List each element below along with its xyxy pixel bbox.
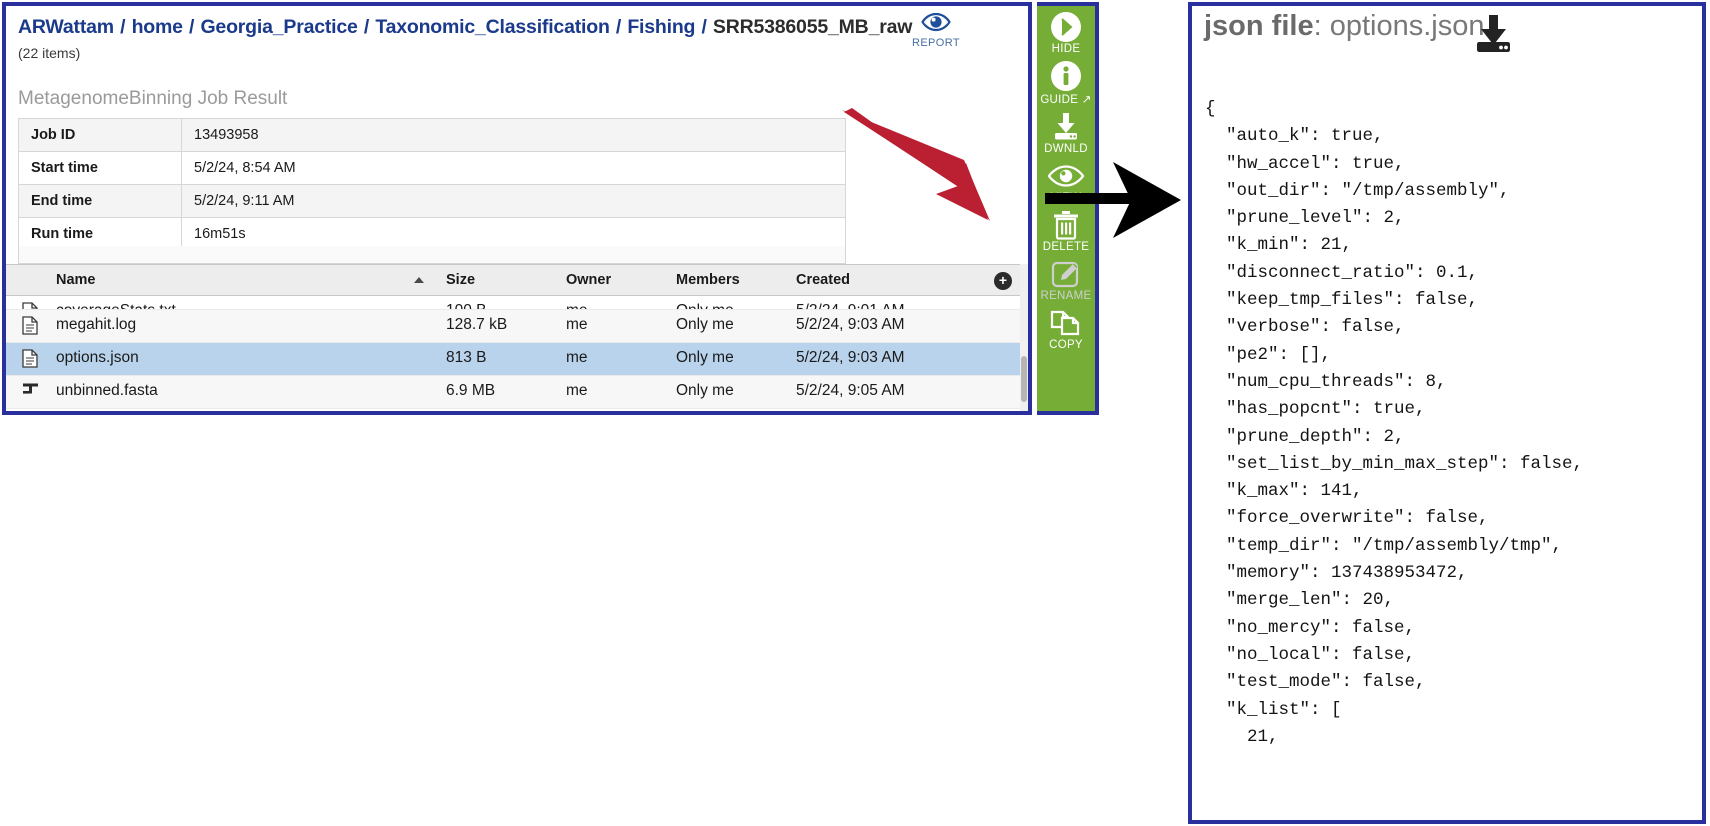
items-count-label: (22 items) — [18, 45, 81, 61]
breadcrumb-item-taxonomic-classification[interactable]: Taxonomic_Classification — [375, 16, 610, 38]
file-members: Only me — [676, 316, 734, 333]
breadcrumb-item-arwattam[interactable]: ARWattam — [18, 16, 114, 38]
breadcrumb-separator: / — [358, 16, 375, 38]
breadcrumb-separator: / — [183, 16, 200, 38]
text-file-icon — [22, 302, 40, 309]
breadcrumb-item-fishing[interactable]: Fishing — [627, 16, 695, 38]
column-header-name[interactable]: Name — [56, 272, 96, 288]
toolbar-label-hide: HIDE — [1051, 43, 1081, 55]
copy-icon — [1037, 306, 1095, 340]
scrollbar-thumb[interactable] — [1021, 356, 1027, 402]
page-title: MetagenomeBinning Job Result — [18, 88, 288, 109]
table-row[interactable]: coverageStats.txt 100 B me Only me 5/2/2… — [6, 296, 1028, 310]
file-list-header: Name Size Owner Members Created + — [6, 264, 1028, 296]
file-name: options.json — [56, 349, 139, 366]
file-owner: me — [566, 382, 588, 399]
download-icon — [1037, 110, 1095, 144]
file-created: 5/2/24, 9:01 AM — [796, 302, 905, 309]
file-members: Only me — [676, 349, 734, 366]
breadcrumb-item-georgia-practice[interactable]: Georgia_Practice — [200, 16, 357, 38]
breadcrumb-separator: / — [114, 16, 131, 38]
breadcrumb-separator: / — [610, 16, 627, 38]
table-row: Start time 5/2/24, 8:54 AM — [18, 151, 846, 185]
file-owner: me — [566, 349, 588, 366]
json-title-filename: options.json — [1329, 10, 1485, 42]
job-id-value: 13493958 — [181, 118, 846, 152]
file-owner: me — [566, 302, 588, 309]
toolbar-label-guide: GUIDE ↗ — [1040, 94, 1092, 106]
download-icon[interactable] — [1470, 14, 1518, 61]
chevron-right-circle-icon — [1037, 10, 1095, 44]
table-row[interactable]: unplaced.fasta 7.5 MB me Only me 5/2/24,… — [6, 409, 1028, 411]
file-created: 5/2/24, 9:03 AM — [796, 349, 905, 366]
toolbar-item-hide[interactable]: HIDE — [1037, 10, 1095, 55]
report-button[interactable]: REPORT — [901, 8, 971, 49]
text-file-icon — [22, 349, 40, 369]
file-list: Name Size Owner Members Created + covera… — [6, 264, 1028, 411]
toolbar-label-download: DWNLD — [1044, 143, 1088, 155]
toolbar-item-download[interactable]: DWNLD — [1037, 110, 1095, 155]
end-time-value: 5/2/24, 9:11 AM — [181, 184, 846, 218]
column-header-owner[interactable]: Owner — [566, 272, 611, 288]
text-file-icon — [22, 316, 40, 336]
toolbar-item-rename[interactable]: RENAME — [1037, 257, 1095, 302]
column-header-size[interactable]: Size — [446, 272, 475, 288]
breadcrumb-item-current: SRR5386055_MB_raw — [712, 16, 913, 38]
json-title-prefix: json file — [1204, 10, 1314, 42]
job-id-label: Job ID — [18, 118, 182, 152]
file-name: megahit.log — [56, 316, 137, 333]
file-name: coverageStats.txt — [56, 302, 176, 309]
toolbar-label-copy: COPY — [1049, 339, 1083, 351]
breadcrumb: ARWattam / home / Georgia_Practice / Tax… — [18, 16, 912, 39]
report-button-label: REPORT — [911, 37, 961, 49]
table-row[interactable]: megahit.log 128.7 kB me Only me 5/2/24, … — [6, 310, 1028, 343]
eye-icon — [901, 8, 971, 36]
info-circle-icon — [1037, 59, 1095, 93]
start-time-label: Start time — [18, 151, 182, 185]
sort-ascending-icon — [414, 277, 424, 283]
breadcrumb-separator: / — [696, 16, 712, 38]
json-viewer-panel: json file: options.json { "auto_k": true… — [1188, 2, 1706, 824]
toolbar-item-guide[interactable]: GUIDE ↗ — [1037, 59, 1095, 106]
red-arrow-annotation — [840, 108, 1000, 228]
file-members: Only me — [676, 382, 734, 399]
file-created: 5/2/24, 9:05 AM — [796, 382, 905, 399]
file-size: 100 B — [446, 302, 487, 309]
end-time-label: End time — [18, 184, 182, 218]
pencil-square-icon — [1037, 257, 1095, 291]
json-viewer-title: json file: options.json — [1204, 10, 1484, 43]
black-arrow-annotation — [1045, 160, 1185, 245]
table-row[interactable]: unbinned.fasta 6.9 MB me Only me 5/2/24,… — [6, 376, 1028, 409]
column-header-members[interactable]: Members — [676, 272, 740, 288]
json-title-separator: : — [1313, 10, 1330, 42]
file-size: 128.7 kB — [446, 316, 508, 333]
file-list-scrollbar[interactable] — [1020, 264, 1028, 411]
file-size: 6.9 MB — [446, 382, 496, 399]
table-row: Job ID 13493958 — [18, 118, 846, 152]
toolbar-label-rename: RENAME — [1040, 290, 1092, 302]
screenshot-root: ARWattam / home / Georgia_Practice / Tax… — [0, 0, 1710, 826]
job-table-overflow-area — [18, 246, 846, 264]
file-created: 5/2/24, 9:03 AM — [796, 316, 905, 333]
toolbar-item-copy[interactable]: COPY — [1037, 306, 1095, 351]
breadcrumb-item-home[interactable]: home — [132, 16, 183, 38]
table-row[interactable]: options.json 813 B me Only me 5/2/24, 9:… — [6, 343, 1028, 376]
fasta-file-icon — [22, 382, 40, 402]
add-column-icon[interactable]: + — [994, 272, 1012, 290]
file-size: 813 B — [446, 349, 487, 366]
start-time-value: 5/2/24, 8:54 AM — [181, 151, 846, 185]
file-members: Only me — [676, 302, 734, 309]
file-owner: me — [566, 316, 588, 333]
file-name: unbinned.fasta — [56, 382, 158, 399]
column-header-created[interactable]: Created — [796, 272, 850, 288]
json-file-content: { "auto_k": true, "hw_accel": true, "out… — [1205, 99, 1584, 747]
job-result-table: Job ID 13493958 Start time 5/2/24, 8:54 … — [18, 118, 846, 251]
table-row: End time 5/2/24, 9:11 AM — [18, 184, 846, 218]
